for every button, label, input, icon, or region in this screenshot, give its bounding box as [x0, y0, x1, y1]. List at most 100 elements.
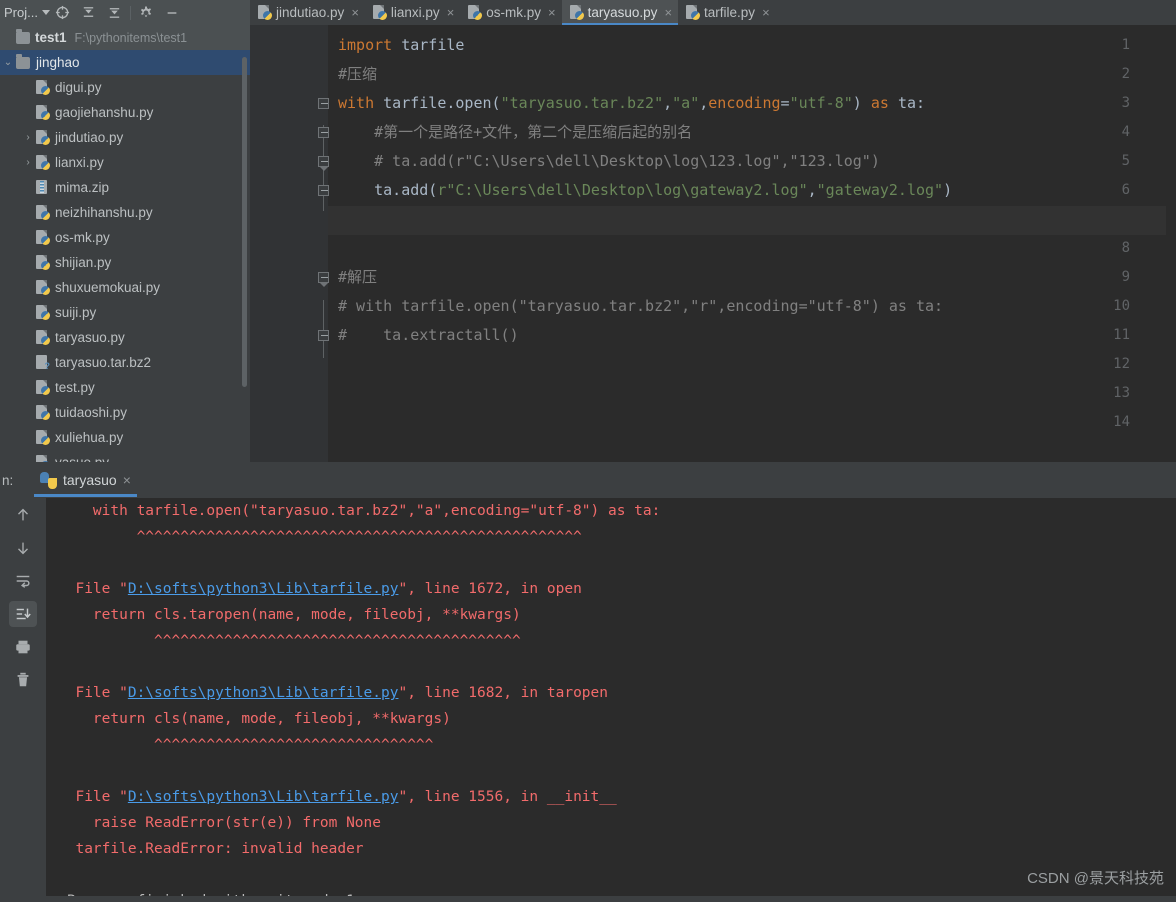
python-file-icon [36, 80, 50, 95]
tree-item-suiji-py[interactable]: suiji.py [0, 300, 250, 325]
console-text: ^^^^^^^^^^^^^^^^^^^^^^^^^^^^^^^^ [58, 737, 434, 753]
console-line: return cls(name, mode, fileobj, **kwargs… [46, 706, 1176, 732]
console-file-link[interactable]: D:\softs\python3\Lib\tarfile.py [128, 581, 399, 597]
editor-gutter[interactable] [250, 25, 328, 462]
editor-tab-tarfile-py[interactable]: tarfile.py × [678, 0, 776, 25]
print-icon[interactable] [0, 630, 46, 663]
run-side-toolbar [0, 498, 46, 902]
chevron-down-icon [41, 10, 50, 15]
project-tool-selector[interactable]: Proj... [0, 0, 250, 25]
watermark-text: CSDN @景天科技苑 [1027, 870, 1164, 887]
code-line[interactable]: ta.add(r"C:\Users\dell\Desktop\log\gatew… [338, 176, 952, 205]
editor-tab-taryasuo-py[interactable]: taryasuo.py × [561, 0, 679, 25]
tree-item-label: xuliehua.py [55, 430, 124, 445]
python-file-icon [468, 5, 483, 20]
code-line[interactable]: import tarfile [338, 31, 464, 60]
tree-item-xuliehua-py[interactable]: xuliehua.py [0, 425, 250, 450]
tree-item-label: mima.zip [55, 180, 110, 195]
console-file-link[interactable]: D:\softs\python3\Lib\tarfile.py [128, 789, 399, 805]
tree-item-jindutiao-py[interactable]: › jindutiao.py [0, 125, 250, 150]
tree-item-yasuo-py[interactable]: yasuo.py [0, 450, 250, 462]
tree-item-taryasuo-py[interactable]: taryasuo.py [0, 325, 250, 350]
soft-wrap-icon[interactable] [0, 564, 46, 597]
python-file-icon [36, 155, 50, 170]
chevron-right-icon[interactable]: › [20, 132, 36, 143]
close-icon[interactable]: × [123, 472, 131, 488]
code-token: # with tarfile.open("taryasuo.tar.bz2","… [338, 297, 944, 315]
toolbar-divider [129, 5, 131, 20]
trash-icon[interactable] [0, 663, 46, 696]
tree-item-label: shijian.py [55, 255, 112, 270]
project-path: F:\pythonitems\test1 [74, 30, 188, 45]
close-icon[interactable]: × [762, 5, 770, 20]
console-text: File " [58, 685, 128, 701]
arrow-up-icon[interactable] [0, 498, 46, 531]
code-editor[interactable]: 1234567891011121314 import tarfile#压缩wit… [250, 25, 1176, 462]
scroll-to-end-icon[interactable] [0, 597, 46, 630]
editor-tab-lianxi-py[interactable]: lianxi.py × [365, 0, 460, 25]
tree-item-shijian-py[interactable]: shijian.py [0, 250, 250, 275]
tree-item-mima-zip[interactable]: mima.zip [0, 175, 250, 200]
folder-icon [16, 53, 30, 69]
console-text: ", line 1682, in taropen [398, 685, 608, 701]
sidebar-scrollbar[interactable] [242, 57, 247, 387]
console-line: File "D:\softs\python3\Lib\tarfile.py", … [46, 576, 1176, 602]
arrow-down-icon[interactable] [0, 531, 46, 564]
gear-icon[interactable] [133, 0, 159, 25]
code-token: , [663, 94, 673, 112]
tree-item-neizhihanshu-py[interactable]: neizhihanshu.py [0, 200, 250, 225]
target-icon[interactable] [50, 0, 76, 25]
code-text[interactable]: import tarfile #压缩 with tarfile.open("tary… [328, 25, 1176, 462]
console-file-link[interactable]: D:\softs\python3\Lib\tarfile.py [128, 685, 399, 701]
code-line[interactable]: # with tarfile.open("taryasuo.tar.bz2","… [338, 292, 943, 321]
tree-item-os-mk-py[interactable]: os-mk.py [0, 225, 250, 250]
run-tab-taryasuo[interactable]: taryasuo × [30, 462, 141, 498]
python-file-icon [36, 255, 50, 270]
console-text: File " [58, 789, 128, 805]
code-token: #解压 [338, 268, 378, 286]
pycharm-window: Proj... jindutiao.py × lianxi.py × os-mk.py ×… [0, 0, 1176, 902]
code-line[interactable]: # ta.extractall() [338, 321, 519, 350]
code-token: "gateway2.log" [816, 181, 944, 199]
chevron-right-icon[interactable]: › [20, 157, 36, 168]
editor-tab-os-mk-py[interactable]: os-mk.py × [460, 0, 561, 25]
console-output[interactable]: with tarfile.open("taryasuo.tar.bz2","a"… [46, 498, 1176, 902]
close-icon[interactable]: × [548, 5, 556, 20]
tree-item-tuidaoshi-py[interactable]: tuidaoshi.py [0, 400, 250, 425]
tree-item-gaojiehanshu-py[interactable]: gaojiehanshu.py [0, 100, 250, 125]
minimize-icon[interactable] [159, 0, 185, 25]
python-file-icon [258, 5, 272, 20]
project-tree-panel: test1 F:\pythonitems\test1 ⌄ jinghao digui… [0, 25, 250, 462]
code-line[interactable]: # ta.add(r"C:\Users\dell\Desktop\log\123… [338, 147, 880, 176]
code-line[interactable]: #压缩 [338, 60, 377, 89]
tree-item-lianxi-py[interactable]: › lianxi.py [0, 150, 250, 175]
unknown-file-icon: ? [36, 355, 50, 371]
python-file-icon [36, 455, 50, 462]
close-icon[interactable]: × [664, 5, 672, 20]
collapse-all-icon[interactable] [76, 0, 102, 25]
editor-scrollbar[interactable] [1166, 25, 1176, 462]
tree-item-taryasuo-tar-bz2[interactable]: ? taryasuo.tar.bz2 [0, 350, 250, 375]
tree-item-label: taryasuo.tar.bz2 [55, 355, 152, 370]
console-text: ^^^^^^^^^^^^^^^^^^^^^^^^^^^^^^^^^^^^^^^^… [58, 529, 582, 545]
close-icon[interactable]: × [447, 5, 455, 20]
code-line[interactable]: #解压 [338, 263, 377, 292]
editor-tab-jindutiao-py[interactable]: jindutiao.py × [250, 0, 365, 25]
chevron-down-icon[interactable]: ⌄ [0, 57, 16, 68]
code-token: encoding [708, 94, 781, 112]
tree-item-digui-py[interactable]: digui.py [0, 75, 250, 100]
console-text: ^^^^^^^^^^^^^^^^^^^^^^^^^^^^^^^^^^^^^^^^… [58, 633, 521, 649]
tree-item-shuxuemokuai-py[interactable]: shuxuemokuai.py [0, 275, 250, 300]
code-line[interactable]: with tarfile.open("taryasuo.tar.bz2","a"… [338, 89, 925, 118]
project-root-row[interactable]: test1 F:\pythonitems\test1 [0, 25, 250, 50]
code-token: # ta.extractall() [338, 326, 519, 344]
code-line[interactable]: #第一个是路径+文件，第二个是压缩后起的别名 [338, 118, 692, 147]
tree-item-jinghao[interactable]: ⌄ jinghao [0, 50, 250, 75]
console-line: with tarfile.open("taryasuo.tar.bz2","a"… [46, 498, 1176, 524]
tree-item-test-py[interactable]: test.py [0, 375, 250, 400]
code-token: import [338, 36, 402, 54]
close-icon[interactable]: × [351, 5, 359, 20]
expand-all-icon[interactable] [102, 0, 128, 25]
code-token: "utf-8" [789, 94, 853, 112]
python-file-icon [36, 430, 50, 445]
